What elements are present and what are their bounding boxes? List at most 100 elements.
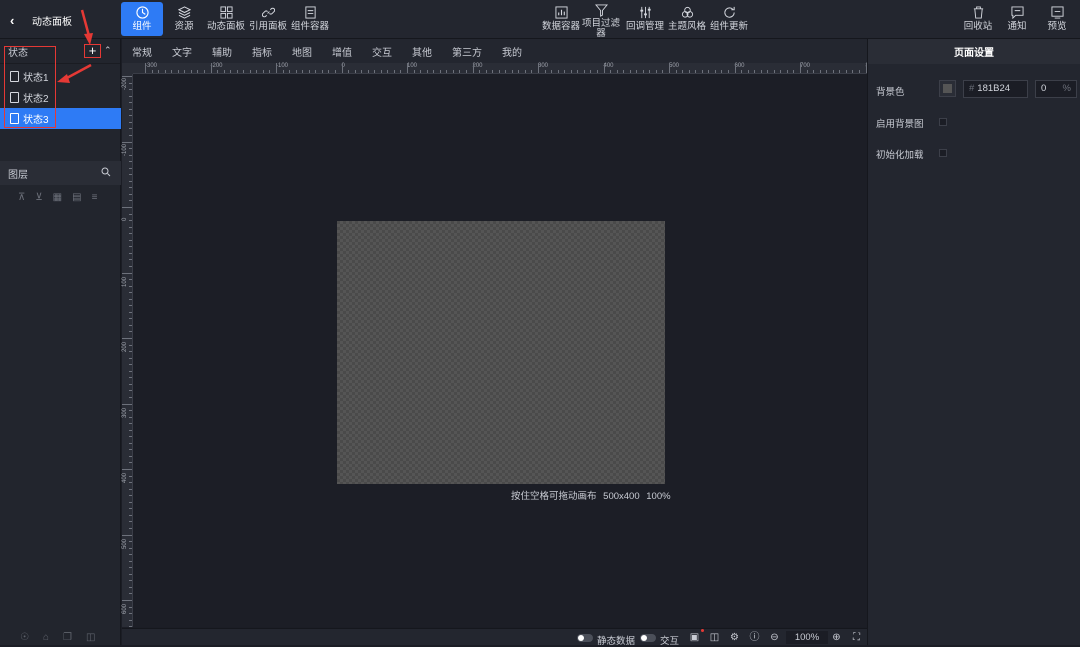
bg-color-swatch[interactable] [939, 80, 956, 97]
state-item[interactable]: 状态1 [0, 66, 121, 87]
ruler-tick [374, 70, 376, 73]
ruler-tick [583, 70, 585, 73]
tab-value-added[interactable]: 增值 [332, 44, 352, 59]
move-bottom-icon[interactable]: ⊻ [35, 192, 42, 203]
ruler-tick [129, 514, 132, 516]
ruler-tick [129, 383, 132, 385]
state-item[interactable]: 状态2 [0, 87, 121, 108]
ruler-tick [321, 70, 323, 73]
tool-dynamic-panel-button[interactable]: 动态面板 [205, 2, 247, 36]
vertical-ruler[interactable]: -200 -100 0 100 200 300 400 500 600 [122, 74, 133, 628]
bg-color-label: 背景色 [876, 87, 905, 98]
state-item-active[interactable]: 状态3 [0, 108, 121, 129]
bulb-icon[interactable]: ☉ [20, 632, 29, 643]
bg-color-input[interactable]: #181B24 [963, 80, 1028, 98]
tool-component-container-button[interactable]: 组件容器 [289, 2, 331, 36]
enable-bg-image-checkbox[interactable] [939, 118, 947, 126]
ruler-tick [695, 70, 697, 73]
canvas-zoom: 100% [646, 491, 671, 502]
ruler-tick [190, 70, 192, 73]
ruler-corner[interactable] [122, 63, 133, 74]
ruler-tick [129, 252, 132, 254]
init-load-checkbox[interactable] [939, 149, 947, 157]
ruler-tick [129, 148, 132, 150]
help-icon[interactable]: ⓘ [749, 632, 760, 643]
interaction-toggle[interactable] [640, 634, 656, 642]
ruler-tick [302, 70, 304, 73]
ruler-label: -200 [122, 77, 128, 90]
tab-indicator[interactable]: 指标 [252, 44, 272, 59]
tool-recycle-button[interactable]: 回收站 [957, 2, 999, 36]
opacity-input[interactable]: 0 % [1035, 80, 1077, 98]
ruler-tick [129, 554, 132, 556]
layer-toolbar: ⊼ ⊻ ▦ ▤ ≡ [18, 192, 97, 203]
states-title: 状态 [8, 47, 28, 59]
collapse-icon[interactable]: ⌃ [104, 45, 112, 56]
artboard[interactable] [337, 221, 665, 484]
ruler-label: 500 [122, 538, 128, 549]
notification-dot [701, 629, 704, 632]
tab-map[interactable]: 地图 [292, 44, 312, 59]
ruler-tick [564, 70, 566, 73]
copy-icon[interactable]: ❐ [63, 632, 72, 643]
tool-theme-button[interactable]: 主题风格 [666, 2, 708, 36]
ruler-tick [217, 70, 219, 73]
tool-notify-button[interactable]: 通知 [996, 2, 1038, 36]
tab-general[interactable]: 常规 [132, 44, 152, 59]
ruler-tick [531, 70, 533, 73]
horizontal-ruler[interactable]: -300-200-10001002003004005006007008 [133, 63, 869, 74]
settings-icon[interactable]: ⚙ [729, 632, 740, 643]
tab-mine[interactable]: 我的 [502, 44, 522, 59]
search-icon[interactable] [101, 167, 111, 177]
tool-ref-panel-button[interactable]: 引用面板 [247, 2, 289, 36]
ruler-label: -200 [210, 63, 223, 69]
ruler-tick [122, 534, 132, 536]
ruler-tick [129, 521, 132, 523]
ruler-label: 600 [122, 603, 128, 614]
delete-icon[interactable]: ◫ [86, 632, 95, 643]
back-button[interactable]: ‹ 动态面板 [10, 10, 90, 30]
add-state-button[interactable]: + [84, 44, 101, 58]
static-data-toggle[interactable] [577, 634, 593, 642]
ruler-tick [129, 377, 132, 379]
ruler-tick [197, 70, 199, 73]
ruler-tick [129, 95, 132, 97]
tool-preview-button[interactable]: 预览 [1036, 2, 1078, 36]
panel-icon[interactable]: ◫ [709, 632, 720, 643]
ruler-tick [129, 475, 132, 477]
fit-screen-icon[interactable]: ⛶ [851, 632, 862, 643]
ruler-tick [734, 63, 736, 73]
tool-callback-button[interactable]: 回调管理 [624, 2, 666, 36]
zoom-input[interactable]: 100% [786, 631, 828, 644]
ruler-tick [129, 462, 132, 464]
tab-third-party[interactable]: 第三方 [452, 44, 482, 59]
ruler-tick [129, 455, 132, 457]
tab-other[interactable]: 其他 [412, 44, 432, 59]
ruler-tick [129, 213, 132, 215]
tool-data-container-button[interactable]: 数据容器 [540, 2, 582, 36]
tool-component-button[interactable]: 组件 [121, 2, 163, 36]
group-icon[interactable]: ▦ [53, 192, 62, 203]
move-top-icon[interactable]: ⊼ [18, 192, 25, 203]
tab-assist[interactable]: 辅助 [212, 44, 232, 59]
tab-interaction[interactable]: 交互 [372, 44, 392, 59]
zoom-out-icon[interactable]: ⊖ [769, 632, 780, 643]
tool-update-button[interactable]: 组件更新 [708, 2, 750, 36]
tool-project-filter-button[interactable]: 项目过滤器 [580, 2, 622, 39]
tab-text[interactable]: 文字 [172, 44, 192, 59]
ungroup-icon[interactable]: ▤ [72, 192, 81, 203]
ruler-tick [171, 70, 173, 73]
grid-icon [218, 4, 234, 20]
tool-resource-button[interactable]: 资源 [163, 2, 205, 36]
ruler-tick [773, 70, 775, 73]
zoom-in-icon[interactable]: ⊕ [831, 632, 842, 643]
home-icon[interactable]: ⌂ [43, 632, 49, 643]
ruler-tick [806, 70, 808, 73]
canvas-hint: 按住空格可拖动画布 [511, 491, 597, 502]
ruler-tick [129, 580, 132, 582]
ruler-tick [315, 70, 317, 73]
preview-icon [1049, 4, 1065, 20]
list-icon[interactable]: ≡ [92, 192, 98, 203]
monitor-icon[interactable]: ▣ [689, 632, 700, 643]
ruler-tick [459, 70, 461, 73]
